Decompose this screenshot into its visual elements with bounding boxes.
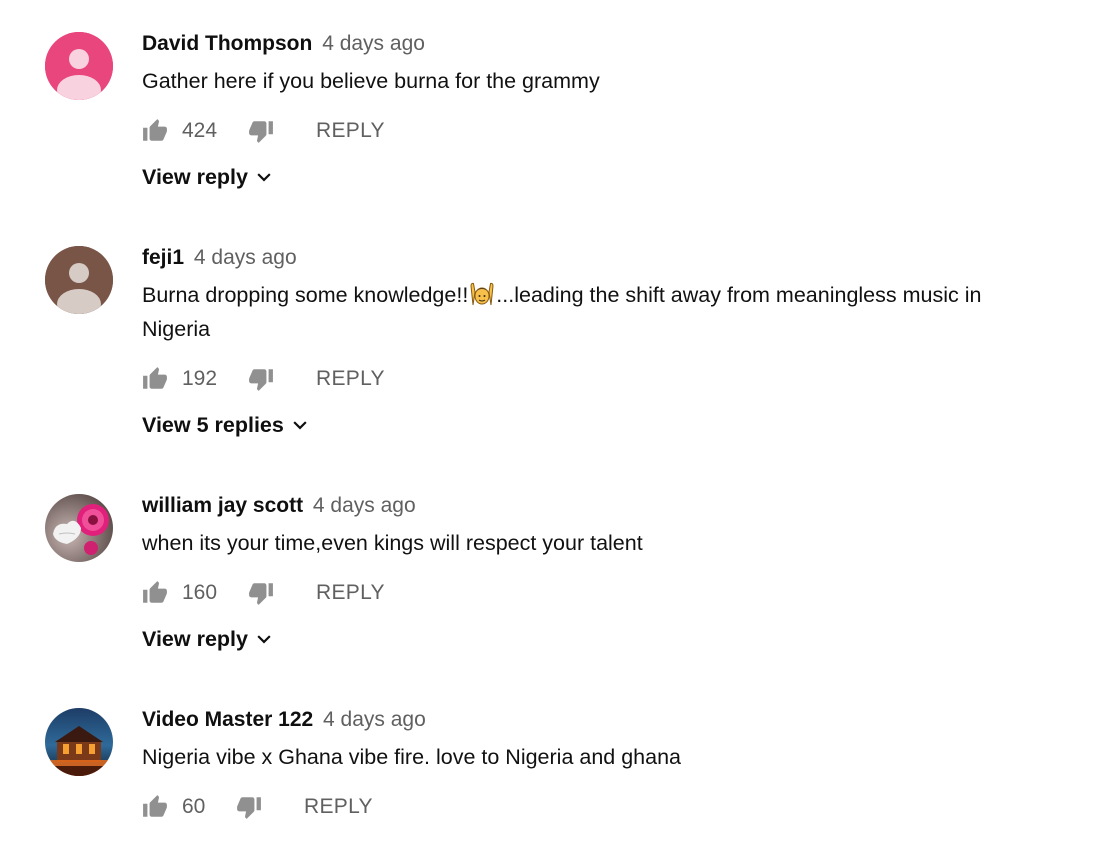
view-replies-label: View reply: [142, 627, 248, 651]
comment-text: Nigeria vibe x Ghana vibe fire. love to …: [142, 745, 682, 769]
avatar[interactable]: [45, 708, 113, 776]
comment-actions: 424 REPLY: [142, 114, 1060, 148]
comment-header: william jay scott 4 days ago: [142, 492, 1060, 520]
thumb-down-icon[interactable]: [236, 794, 262, 820]
reply-button[interactable]: REPLY: [316, 367, 385, 391]
comment-body: David Thompson 4 days ago Gather here if…: [142, 30, 1060, 192]
comment-actions: 60 REPLY: [142, 790, 1060, 824]
comment-body: Video Master 122 4 days ago Nigeria vibe…: [142, 706, 1060, 824]
thumb-up-icon[interactable]: [142, 118, 168, 144]
comment-thread: Video Master 122 4 days ago Nigeria vibe…: [0, 706, 1120, 846]
person-raising-hands-emoji-icon: [470, 282, 494, 306]
default-avatar-icon: [45, 32, 113, 100]
author-name[interactable]: feji1: [142, 246, 184, 269]
like-count: 160: [182, 581, 218, 604]
thumb-up-icon[interactable]: [142, 794, 168, 820]
reply-button[interactable]: REPLY: [316, 119, 385, 143]
comment-timestamp[interactable]: 4 days ago: [313, 494, 416, 517]
comment-header: feji1 4 days ago: [142, 244, 1060, 272]
comment-text-part: Burna dropping some knowledge!!: [142, 283, 469, 307]
comment-header: David Thompson 4 days ago: [142, 30, 1060, 58]
comment-actions: 192 REPLY: [142, 362, 1060, 396]
comment-body: feji1 4 days ago Burna dropping some kno…: [142, 244, 1060, 440]
comment-timestamp[interactable]: 4 days ago: [322, 32, 425, 55]
default-avatar-icon: [45, 246, 113, 314]
view-replies-label: View 5 replies: [142, 413, 284, 437]
thumb-down-icon[interactable]: [248, 118, 274, 144]
comment-actions: 160 REPLY: [142, 576, 1060, 610]
thumb-down-icon[interactable]: [248, 366, 274, 392]
comment-timestamp[interactable]: 4 days ago: [194, 246, 297, 269]
thumb-up-icon[interactable]: [142, 366, 168, 392]
comment-header: Video Master 122 4 days ago: [142, 706, 1060, 734]
avatar[interactable]: [45, 494, 113, 562]
comment-thread: william jay scott 4 days ago when its yo…: [0, 492, 1120, 692]
comment-text: Gather here if you believe burna for the…: [142, 69, 600, 93]
comment-thread: David Thompson 4 days ago Gather here if…: [0, 30, 1120, 230]
view-replies-button[interactable]: View 5 replies: [142, 410, 310, 440]
chevron-down-icon: [257, 173, 271, 182]
avatar[interactable]: [45, 246, 113, 314]
like-count: 424: [182, 119, 218, 142]
author-name[interactable]: Video Master 122: [142, 708, 313, 731]
view-replies-button[interactable]: View reply: [142, 162, 274, 192]
reply-button[interactable]: REPLY: [316, 581, 385, 605]
comment-timestamp[interactable]: 4 days ago: [323, 708, 426, 731]
view-replies-label: View reply: [142, 165, 248, 189]
profile-photo-icon: [45, 708, 113, 776]
view-replies-button[interactable]: View reply: [142, 624, 274, 654]
chevron-down-icon: [293, 421, 307, 430]
comment-thread: feji1 4 days ago Burna dropping some kno…: [0, 244, 1120, 474]
reply-button[interactable]: REPLY: [304, 795, 373, 819]
thumb-down-icon[interactable]: [248, 580, 274, 606]
thumb-up-icon[interactable]: [142, 580, 168, 606]
avatar[interactable]: [45, 32, 113, 100]
author-name[interactable]: David Thompson: [142, 32, 312, 55]
like-count: 60: [182, 795, 206, 818]
comment-body: william jay scott 4 days ago when its yo…: [142, 492, 1060, 654]
comment-text: when its your time,even kings will respe…: [142, 531, 643, 555]
comment-text: Burna dropping some knowledge!! ...leadi…: [142, 278, 1002, 346]
profile-photo-icon: [45, 494, 113, 562]
like-count: 192: [182, 367, 218, 390]
author-name[interactable]: william jay scott: [142, 494, 303, 517]
chevron-down-icon: [257, 635, 271, 644]
